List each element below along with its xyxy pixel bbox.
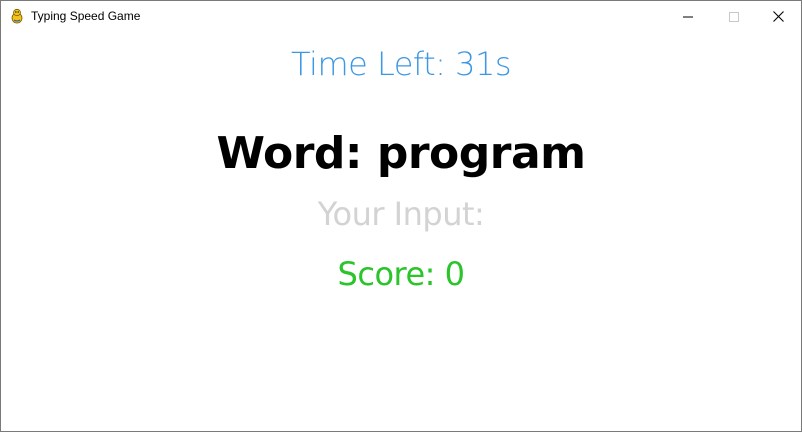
target-word-label: Word: program: [216, 128, 586, 179]
window-title: Typing Speed Game: [31, 9, 141, 23]
close-button[interactable]: [755, 1, 801, 31]
maximize-icon: [729, 7, 739, 26]
title-bar[interactable]: Typing Speed Game: [1, 1, 801, 31]
game-window: Typing Speed Game Time Left: 31s Word: p…: [0, 0, 802, 432]
score-label: Score: 0: [337, 255, 465, 293]
maximize-button[interactable]: [711, 1, 757, 31]
time-left-label: Time Left: 31s: [290, 45, 512, 83]
game-canvas[interactable]: Time Left: 31s Word: program Your Input:…: [1, 31, 801, 431]
pygame-snake-icon: [9, 8, 25, 24]
close-icon: [772, 7, 784, 26]
user-input-display: Your Input:: [317, 195, 485, 233]
minimize-button[interactable]: [665, 1, 711, 31]
minimize-icon: [683, 7, 693, 26]
